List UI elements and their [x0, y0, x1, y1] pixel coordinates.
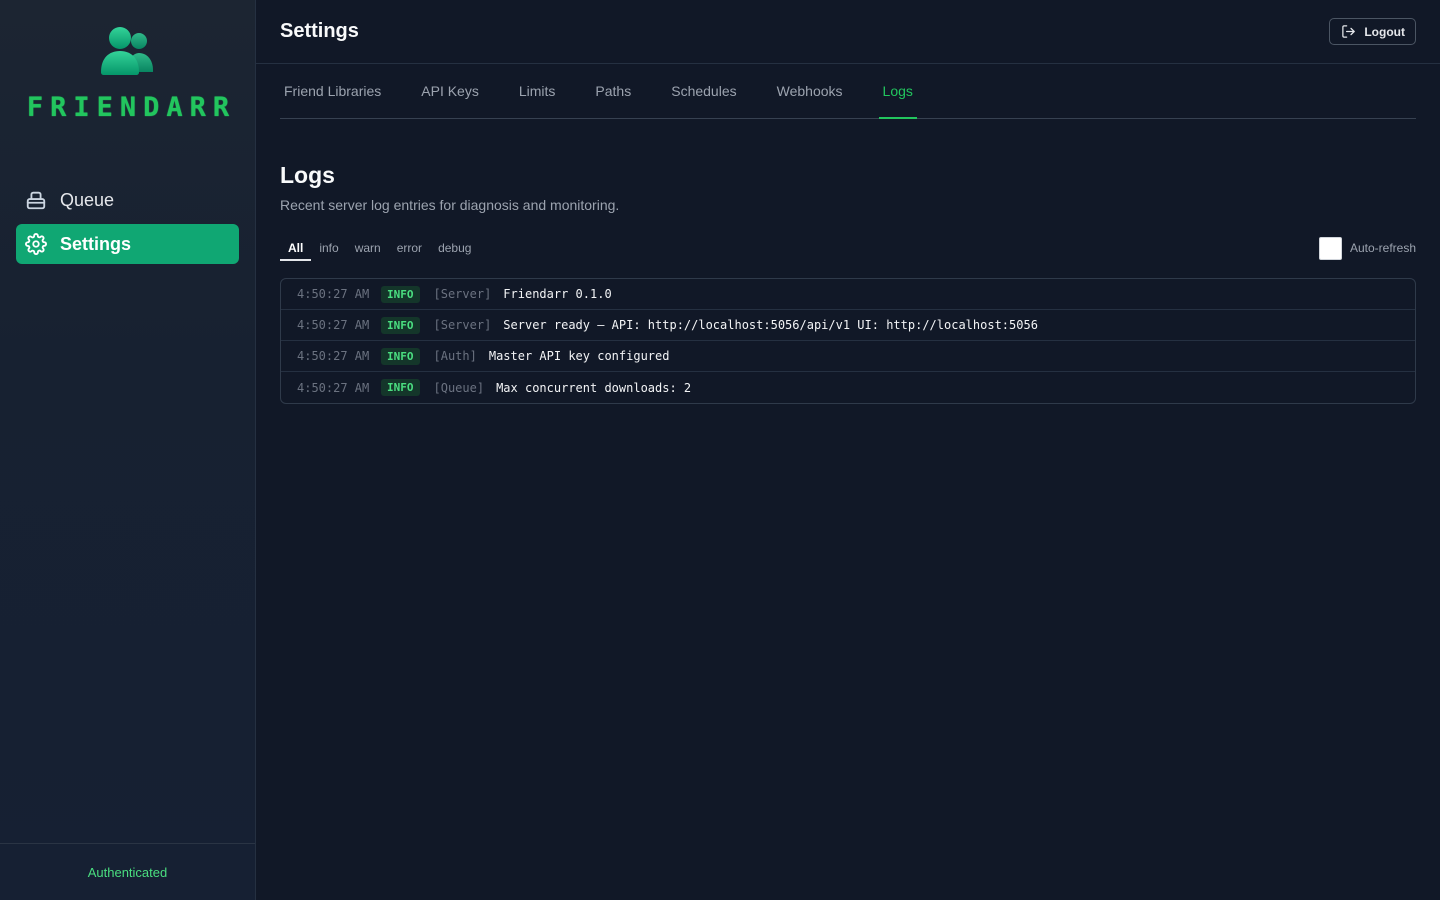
sidebar-nav: Queue Settings — [16, 180, 239, 268]
log-time: 4:50:27 AM — [297, 287, 370, 301]
log-level-badge: INFO — [381, 379, 420, 396]
filter-all[interactable]: All — [280, 231, 312, 265]
log-entry: 4:50:27 AM INFO [Server] Server ready — … — [281, 310, 1415, 341]
log-message: Friendarr 0.1.0 — [503, 287, 612, 301]
log-time: 4:50:27 AM — [297, 380, 370, 395]
filter-info[interactable]: info — [311, 231, 346, 265]
log-message: Master API key configured — [488, 349, 670, 363]
log-entry: 4:50:27 AM INFO [Queue] Max concurrent d… — [281, 372, 1415, 403]
logout-icon — [1342, 25, 1356, 38]
section-title: Logs — [280, 162, 335, 188]
sidebar-item-settings[interactable]: Settings — [16, 224, 239, 264]
auth-status: Authenticated — [0, 843, 255, 900]
filter-error[interactable]: error — [389, 231, 430, 265]
level-filters: All info warn error debug — [280, 231, 479, 265]
sidebar-item-queue[interactable]: Queue — [16, 180, 239, 220]
users-icon — [101, 27, 153, 75]
sidebar: FRIENDARR Queue Settings Authenticated — [0, 0, 256, 900]
log-message: Max concurrent downloads: 2 — [496, 380, 692, 395]
logout-label: Logout — [1364, 24, 1405, 39]
logo-text: FRIENDARR — [26, 92, 237, 123]
filter-warn[interactable]: warn — [347, 231, 389, 265]
tab-paths[interactable]: Paths — [591, 64, 635, 118]
page-header: Settings Logout — [256, 0, 1440, 64]
sidebar-item-label: Queue — [60, 189, 115, 210]
logout-button[interactable]: Logout — [1329, 18, 1416, 45]
log-level-badge: INFO — [381, 347, 420, 365]
auto-refresh-toggle[interactable]: Auto-refresh — [1318, 236, 1416, 260]
tab-schedules[interactable]: Schedules — [667, 64, 740, 118]
log-list: 4:50:27 AM INFO [Server] Friendarr 0.1.0… — [280, 278, 1416, 404]
tab-limits[interactable]: Limits — [515, 64, 560, 118]
log-source: [Server] — [433, 318, 492, 332]
log-time: 4:50:27 AM — [297, 349, 370, 363]
log-time: 4:50:27 AM — [297, 318, 370, 332]
log-entry: 4:50:27 AM INFO [Auth] Master API key co… — [281, 341, 1415, 372]
sidebar-item-label: Settings — [60, 233, 132, 254]
auto-refresh-checkbox[interactable] — [1318, 236, 1342, 260]
auto-refresh-label: Auto-refresh — [1349, 241, 1416, 255]
log-message: Server ready — API: http://localhost:505… — [503, 318, 1038, 332]
gear-icon — [25, 233, 47, 255]
tab-logs[interactable]: Logs — [878, 64, 918, 119]
tab-webhooks[interactable]: Webhooks — [773, 64, 847, 118]
page-title: Settings — [280, 20, 359, 42]
filter-debug[interactable]: debug — [430, 231, 479, 265]
log-filter-bar: All info warn error debug Auto-refresh — [280, 231, 1416, 265]
box-icon — [25, 189, 47, 211]
main-content: Settings Logout Friend Libraries API Key… — [256, 0, 1440, 900]
tab-api-keys[interactable]: API Keys — [417, 64, 483, 118]
log-entry: 4:50:27 AM INFO [Server] Friendarr 0.1.0 — [281, 279, 1415, 310]
logo[interactable]: FRIENDARR — [0, 26, 256, 123]
log-level-badge: INFO — [381, 285, 420, 303]
log-source: [Auth] — [433, 349, 477, 363]
tab-friend-libraries[interactable]: Friend Libraries — [280, 64, 385, 118]
log-level-badge: INFO — [381, 316, 420, 334]
settings-tabs: Friend Libraries API Keys Limits Paths S… — [280, 64, 1416, 119]
log-source: [Server] — [433, 287, 492, 301]
section-description: Recent server log entries for diagnosis … — [280, 197, 620, 213]
log-source: [Queue] — [433, 380, 485, 395]
logs-section: Logs Recent server log entries for diagn… — [256, 162, 1440, 404]
